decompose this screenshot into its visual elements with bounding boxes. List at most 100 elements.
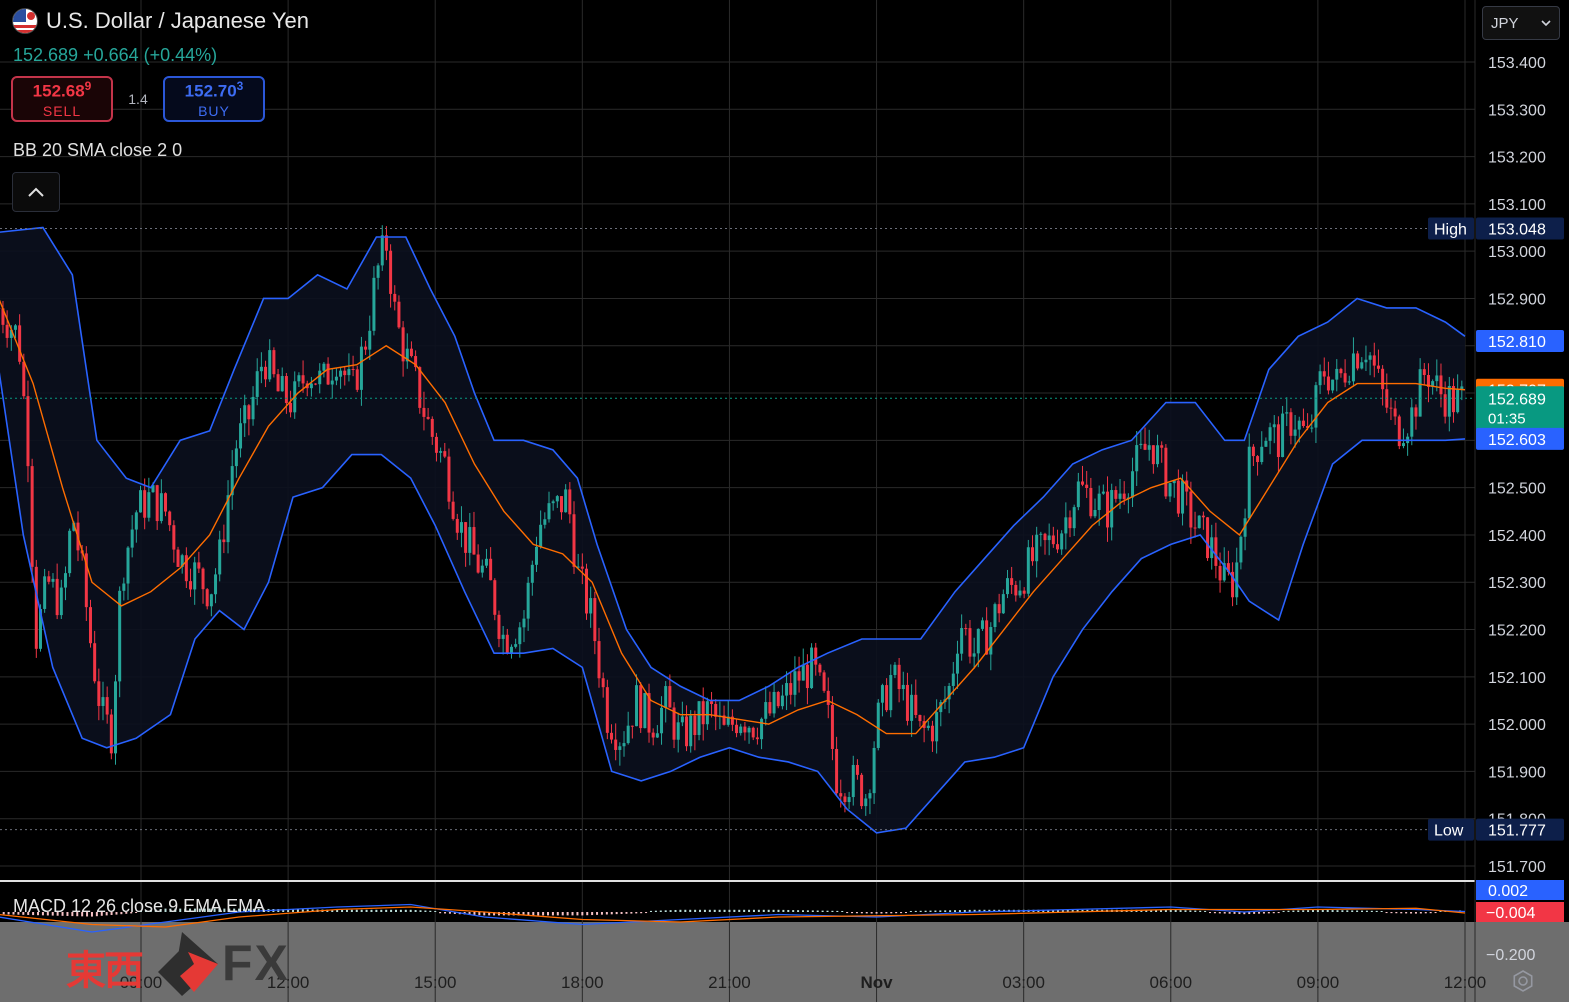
macd-histogram-bar <box>885 912 888 914</box>
candle-up <box>1418 369 1422 417</box>
macd-histogram-bar <box>439 912 442 914</box>
candle-down <box>93 643 97 682</box>
candle-down <box>593 598 597 642</box>
candle-down <box>422 407 426 417</box>
candle-down <box>476 554 480 573</box>
candle-down <box>397 301 401 328</box>
macd-histogram-bar <box>929 910 932 912</box>
candle-down <box>860 774 864 807</box>
macd-histogram-bar <box>1213 912 1216 914</box>
sell-button[interactable]: 152.689 SELL <box>11 76 113 122</box>
candle-down <box>418 367 422 408</box>
candle-down <box>426 416 430 419</box>
symbol-header: U.S. Dollar / Japanese Yen <box>12 8 309 34</box>
macd-histogram-bar <box>802 910 804 912</box>
price-scale <box>1475 0 1569 922</box>
candle-up <box>330 380 334 385</box>
macd-indicator-label[interactable]: MACD 12 26 close 9 EMA EMA <box>13 896 265 917</box>
candle-up <box>1314 385 1318 428</box>
price-tick-label: 151.900 <box>1488 764 1546 781</box>
candle-up <box>518 627 522 645</box>
candle-down <box>1381 368 1385 390</box>
candle-up <box>551 501 555 504</box>
macd-histogram-bar <box>708 909 711 912</box>
candle-up <box>664 686 668 708</box>
macd-histogram-bar <box>890 912 893 914</box>
candle-up <box>1047 535 1051 541</box>
high-label: High <box>1434 221 1467 238</box>
macd-histogram-bar <box>1356 910 1359 912</box>
candle-up <box>509 646 513 654</box>
candle-up <box>59 587 63 616</box>
candle-up <box>1147 445 1151 450</box>
candle-down <box>447 456 451 502</box>
price-change: 152.689 +0.664 (+0.44%) <box>13 45 218 65</box>
settings-gear-icon[interactable] <box>1512 970 1534 992</box>
macd-histogram-bar <box>865 912 868 914</box>
candle-up <box>864 798 868 807</box>
candle-down <box>839 793 843 797</box>
candle-up <box>951 673 955 686</box>
macd-histogram-bar <box>419 910 422 912</box>
candle-up <box>1335 368 1339 380</box>
macd-histogram-bar <box>797 910 800 912</box>
candle-down <box>1176 480 1180 514</box>
macd-histogram-bar <box>571 912 574 916</box>
macd-histogram-bar <box>409 909 412 912</box>
low-label: Low <box>1434 823 1464 840</box>
candle-down <box>751 727 755 738</box>
candle-up <box>1131 471 1135 498</box>
candle-up <box>468 527 472 553</box>
macd-histogram-bar <box>1380 910 1383 912</box>
candle-down <box>443 451 447 457</box>
collapse-indicators-button[interactable] <box>12 172 60 212</box>
candle-up <box>772 692 776 714</box>
candle-down <box>155 485 159 522</box>
candle-up <box>280 376 284 392</box>
candle-down <box>580 566 584 569</box>
candle-up <box>643 693 647 729</box>
macd-histogram-bar <box>909 910 912 912</box>
macd-histogram-bar <box>635 912 638 914</box>
macd-histogram-bar <box>478 912 481 916</box>
candle-down <box>997 604 1001 614</box>
candle-down <box>1014 584 1018 596</box>
candle-down <box>1010 578 1014 585</box>
candle-up <box>1093 509 1097 517</box>
macd-histogram-bar <box>1253 912 1256 914</box>
candle-up <box>760 718 764 740</box>
sell-price-pip: 9 <box>84 79 92 94</box>
candle-down <box>693 715 697 736</box>
macd-histogram-bar <box>679 909 682 912</box>
macd-histogram-bar <box>1385 912 1388 914</box>
currency-selector[interactable]: JPY <box>1482 6 1560 40</box>
candle-down <box>351 369 355 371</box>
candle-down <box>497 614 501 639</box>
bollinger-indicator-label[interactable]: BB 20 SMA close 2 0 <box>13 140 182 161</box>
macd-histogram-bar <box>1297 910 1300 912</box>
candle-up <box>1297 420 1301 430</box>
candle-up <box>101 697 105 706</box>
macd-histogram-bar <box>296 909 299 912</box>
macd-histogram-bar <box>429 910 432 912</box>
macd-histogram-bar <box>566 912 569 916</box>
candle-up <box>1347 381 1351 383</box>
macd-histogram-bar <box>1228 912 1231 914</box>
macd-histogram-bar <box>1361 910 1364 912</box>
candle-up <box>876 702 880 748</box>
macd-histogram-bar <box>404 909 407 912</box>
price-chart[interactable]: 153.400 153.300 153.200 153.100 153.000 152.9… <box>0 0 1569 1002</box>
macd-histogram-bar <box>1189 910 1192 912</box>
candle-up <box>785 683 789 696</box>
candle-down <box>743 726 747 733</box>
candle-up <box>739 726 743 734</box>
candle-down <box>610 732 614 740</box>
macd-histogram-bar <box>600 912 603 915</box>
candle-up <box>339 370 343 377</box>
candle-up <box>318 370 322 385</box>
candle-up <box>989 627 993 655</box>
buy-button[interactable]: 152.703 BUY <box>163 76 265 122</box>
time-tick-label: 09:00 <box>1297 973 1340 992</box>
candle-up <box>522 618 526 628</box>
macd-histogram-bar <box>880 912 883 914</box>
